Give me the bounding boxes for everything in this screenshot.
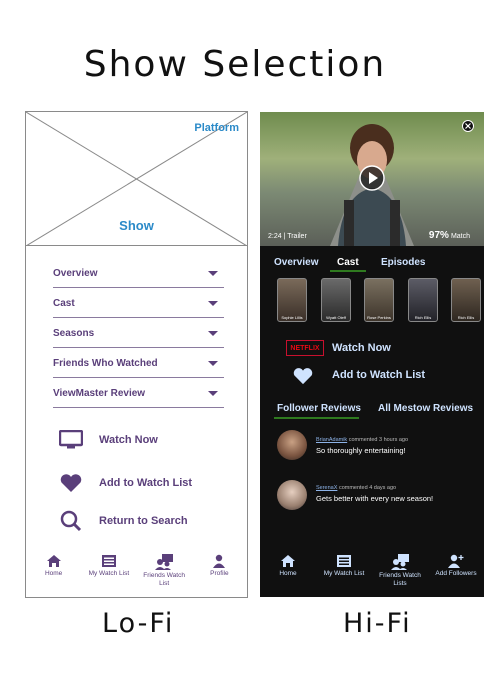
play-icon[interactable] <box>359 165 385 191</box>
tab-all-reviews[interactable]: All Mestow Reviews <box>378 403 473 414</box>
review-text: Gets better with every new season! <box>316 494 434 503</box>
hifi-mockup: 2:24 | Trailer 97% Match Overview Cast E… <box>260 112 484 597</box>
active-tab-underline <box>274 417 359 419</box>
review-text: So thoroughly entertaining! <box>316 446 406 455</box>
review-user[interactable]: SerenaX <box>316 485 337 491</box>
cast-name: Rich Ellis <box>457 315 475 320</box>
tab-episodes[interactable]: Episodes <box>381 257 425 268</box>
netflix-logo: NETFLIX <box>286 340 324 356</box>
profile-icon <box>213 554 226 568</box>
nav-label: Home <box>44 570 63 577</box>
hifi-bottom-nav: Home My Watch List Friends Watch Lists A… <box>260 550 484 596</box>
accordion-overview[interactable]: Overview <box>53 260 224 288</box>
tv-icon <box>59 430 83 449</box>
tab-follower-reviews[interactable]: Follower Reviews <box>277 403 361 414</box>
nav-label: Profile <box>210 570 229 577</box>
review-meta: BrianAdamik commented 3 hours ago <box>316 437 408 443</box>
home-icon <box>281 555 295 567</box>
nav-label: Friends Watch Lists <box>379 572 421 587</box>
accordion-label: Friends Who Watched <box>53 358 158 369</box>
chevron-down-icon <box>208 331 218 336</box>
return-to-search-label: Return to Search <box>99 515 188 527</box>
watch-now-button[interactable]: Watch Now <box>59 427 158 453</box>
accordion-label: Overview <box>53 268 98 279</box>
nav-label: My Watch List <box>323 570 365 577</box>
accordion-label: ViewMaster Review <box>53 388 146 399</box>
add-to-watch-list-button[interactable]: Add to Watch List <box>332 369 425 381</box>
accordion-viewmaster-review[interactable]: ViewMaster Review <box>53 380 224 408</box>
review-time: commented 3 hours ago <box>348 437 409 443</box>
review-user[interactable]: BrianAdamik <box>316 437 347 443</box>
accordion-friends-who-watched[interactable]: Friends Who Watched <box>53 350 224 378</box>
trailer-video[interactable]: 2:24 | Trailer 97% Match <box>260 112 484 246</box>
review-time: commented 4 days ago <box>338 485 397 491</box>
tab-cast[interactable]: Cast <box>337 257 359 268</box>
match-percent: 97% <box>428 230 449 241</box>
heart-icon <box>60 474 82 492</box>
cast-name: Sophie Lillis <box>281 315 303 320</box>
heart-icon <box>293 368 313 385</box>
match-label: Match <box>450 233 470 240</box>
friends-icon <box>155 554 174 570</box>
nav-friends-watch-list[interactable]: Friends Watch List <box>139 554 189 588</box>
cast-member[interactable]: Sophie Lillis <box>277 278 307 322</box>
watch-now-button[interactable]: Watch Now <box>332 342 391 354</box>
avatar[interactable] <box>277 480 307 510</box>
chevron-down-icon <box>208 391 218 396</box>
add-to-watch-list-label: Add to Watch List <box>99 477 193 489</box>
chevron-down-icon <box>208 301 218 306</box>
cast-name: Rich Ellis <box>414 315 432 320</box>
accordion-label: Seasons <box>53 328 95 339</box>
lofi-bottom-nav: Home My Watch List Friends Watch List Pr… <box>26 548 247 597</box>
page-title: Show Selection <box>83 44 387 85</box>
home-icon <box>46 555 61 567</box>
nav-home[interactable]: Home <box>263 554 313 578</box>
friends-icon <box>391 554 409 570</box>
active-tab-underline <box>330 270 366 272</box>
list-icon <box>337 555 351 567</box>
lofi-caption: Lo-Fi <box>102 608 175 639</box>
search-icon <box>60 510 82 532</box>
nav-friends-watch-lists[interactable]: Friends Watch Lists <box>375 554 425 588</box>
show-label: Show <box>119 218 154 233</box>
nav-my-watch-list[interactable]: My Watch List <box>319 554 369 578</box>
hifi-caption: Hi-Fi <box>343 608 412 639</box>
lofi-wireframe: Platform Show Overview Cast Seasons Frie… <box>25 111 248 598</box>
nav-label: Add Followers <box>435 570 477 577</box>
cast-name: Wyatt Oleff <box>326 315 346 320</box>
trailer-duration: 2:24 | Trailer <box>268 233 307 240</box>
add-to-watch-list-button[interactable]: Add to Watch List <box>59 470 192 496</box>
review-meta: SerenaX commented 4 days ago <box>316 485 396 491</box>
cast-member[interactable]: Rich Ellis <box>408 278 438 322</box>
watch-now-label: Watch Now <box>99 434 158 446</box>
cast-member[interactable]: Rich Ellis <box>451 278 481 322</box>
match-score: 97% Match <box>429 230 470 241</box>
chevron-down-icon <box>208 361 218 366</box>
avatar[interactable] <box>277 430 307 460</box>
return-to-search-button[interactable]: Return to Search <box>59 508 188 534</box>
add-follower-icon <box>448 554 464 568</box>
netflix-wordmark: NETFLIX <box>290 344 320 352</box>
nav-home[interactable]: Home <box>29 554 79 578</box>
accordion-label: Cast <box>53 298 75 309</box>
lofi-hero-placeholder[interactable]: Platform Show <box>26 112 247 246</box>
nav-label: Friends Watch List <box>143 572 185 587</box>
accordion-cast[interactable]: Cast <box>53 290 224 318</box>
platform-link[interactable]: Platform <box>194 122 239 134</box>
nav-label: Home <box>279 570 297 577</box>
nav-profile[interactable]: Profile <box>194 554 244 578</box>
chevron-down-icon <box>208 271 218 276</box>
nav-label: My Watch List <box>88 570 130 577</box>
cast-member[interactable]: Wyatt Oleff <box>321 278 351 322</box>
tab-overview[interactable]: Overview <box>274 257 318 268</box>
cast-member[interactable]: Rose Perkins <box>364 278 394 322</box>
cast-name: Rose Perkins <box>367 315 391 320</box>
nav-add-followers[interactable]: Add Followers <box>431 554 481 578</box>
close-icon[interactable] <box>462 120 474 132</box>
list-icon <box>101 555 116 567</box>
accordion-seasons[interactable]: Seasons <box>53 320 224 348</box>
nav-my-watch-list[interactable]: My Watch List <box>84 554 134 578</box>
